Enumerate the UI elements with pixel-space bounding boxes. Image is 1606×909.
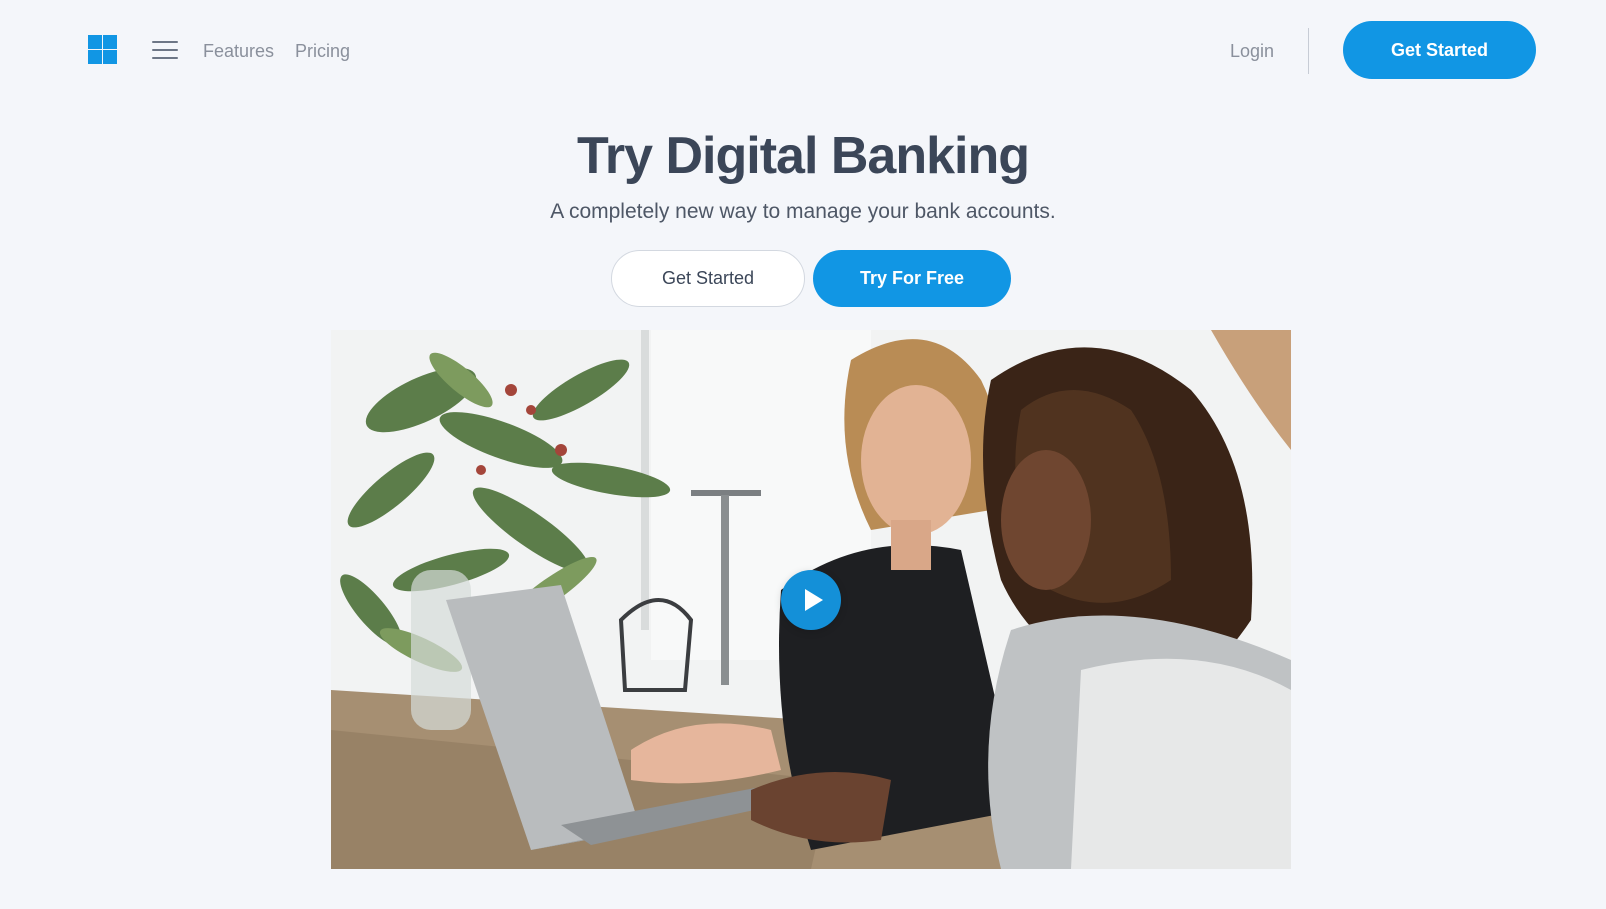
logo-tile [103,50,117,64]
navbar: Features Pricing Login Get Started [0,0,1606,102]
logo-tile [88,50,102,64]
hero-try-for-free-button[interactable]: Try For Free [813,250,1011,307]
nav-divider [1308,28,1309,74]
menu-bar [152,49,178,51]
nav-link-pricing[interactable]: Pricing [295,39,350,63]
video-player[interactable] [331,330,1291,869]
logo-tile [88,35,102,49]
windows-logo-icon[interactable] [88,35,117,64]
nav-link-login[interactable]: Login [1230,39,1274,63]
hero-subtitle: A completely new way to manage your bank… [550,200,1056,223]
menu-bar [152,41,178,43]
nav-get-started-button[interactable]: Get Started [1343,21,1536,79]
menu-bar [152,57,178,59]
nav-link-features[interactable]: Features [203,39,274,63]
hero-title: Try Digital Banking [577,127,1030,185]
play-icon [805,589,823,611]
hamburger-menu-icon[interactable] [152,41,178,59]
play-button[interactable] [781,570,841,630]
logo-tile [103,35,117,49]
hero-get-started-button[interactable]: Get Started [611,250,805,307]
